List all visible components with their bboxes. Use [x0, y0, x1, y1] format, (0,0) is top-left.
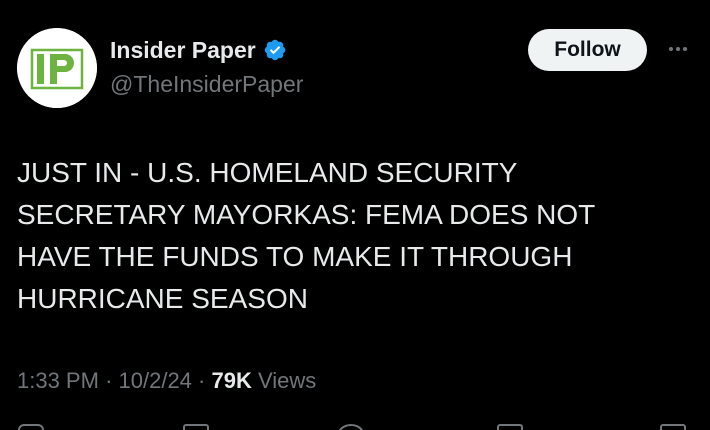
tweet-action-bar — [0, 420, 710, 430]
tweet-meta: 1:33 PM · 10/2/24 · 79K Views — [17, 366, 316, 396]
tweet-date[interactable]: 10/2/24 — [119, 368, 192, 393]
like-icon[interactable] — [338, 424, 364, 430]
tweet-card: Insider Paper @TheInsiderPaper Follow JU… — [0, 0, 710, 430]
author-name-row: Insider Paper — [110, 35, 287, 65]
avatar[interactable] — [17, 28, 97, 108]
author-display-name[interactable]: Insider Paper — [110, 35, 256, 65]
more-dot — [683, 47, 687, 51]
more-dot — [676, 47, 680, 51]
more-horizontal-icon[interactable] — [664, 37, 692, 61]
insider-paper-logo — [17, 28, 97, 108]
reply-icon[interactable] — [18, 424, 44, 430]
share-icon[interactable] — [660, 424, 686, 430]
meta-separator: · — [198, 368, 212, 393]
more-dot — [669, 47, 673, 51]
verified-badge-icon[interactable] — [263, 38, 287, 62]
tweet-time[interactable]: 1:33 PM — [17, 368, 99, 393]
meta-separator: · — [105, 368, 119, 393]
tweet-text: JUST IN - U.S. HOMELAND SECURITY SECRETA… — [17, 157, 596, 314]
bookmark-icon[interactable] — [497, 424, 523, 430]
views-label[interactable]: Views — [258, 368, 316, 393]
repost-icon[interactable] — [183, 424, 209, 430]
follow-button[interactable]: Follow — [528, 29, 647, 71]
views-count[interactable]: 79K — [212, 368, 252, 393]
author-handle[interactable]: @TheInsiderPaper — [110, 69, 303, 99]
